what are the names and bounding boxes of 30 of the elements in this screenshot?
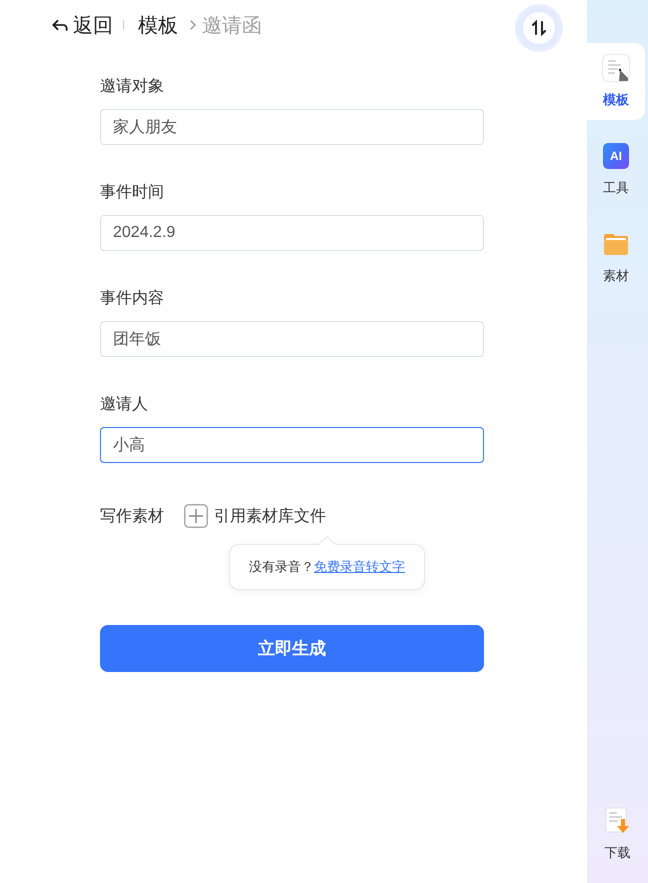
document-icon <box>602 54 630 82</box>
generate-button[interactable]: 立即生成 <box>100 625 484 672</box>
text-field[interactable]: 家人朋友 <box>100 109 484 145</box>
add-material-link[interactable]: 引用素材库文件 <box>184 504 326 528</box>
swap-icon <box>523 12 555 44</box>
transcribe-link[interactable]: 免费录音转文字 <box>314 558 405 576</box>
ai-badge: AI <box>603 143 629 169</box>
field-label: 邀请人 <box>100 394 149 415</box>
sidebar-tab-label: 工具 <box>603 179 629 197</box>
swap-button[interactable] <box>515 4 563 52</box>
sidebar-tab-label: 素材 <box>603 267 629 285</box>
back-link[interactable]: 返回 <box>50 12 113 38</box>
field-label: 事件内容 <box>100 288 165 309</box>
text-field[interactable]: 小高 <box>100 427 484 463</box>
sidebar-tab-selected[interactable]: 模板 <box>587 43 645 120</box>
tooltip-text: 没有录音？ <box>249 558 314 576</box>
sidebar-tab[interactable]: AI 工具 <box>587 131 645 208</box>
field-label: 事件时间 <box>100 182 165 203</box>
material-label: 写作素材 <box>100 506 164 526</box>
download-tab[interactable]: 下载 <box>587 807 648 862</box>
breadcrumb-link[interactable]: 模板 <box>138 12 178 38</box>
download-icon <box>604 807 632 835</box>
sidebar-tab-label: 下载 <box>604 844 630 862</box>
plus-icon <box>184 504 208 528</box>
sidebar-tab[interactable]: 素材 <box>587 219 645 296</box>
text-field[interactable]: 2024.2.9 <box>100 215 484 251</box>
text-field[interactable]: 团年饭 <box>100 321 484 357</box>
page-title: 邀请函 <box>202 14 262 38</box>
sidebar-tab-label: 模板 <box>603 91 629 109</box>
field-label: 邀请对象 <box>100 76 165 97</box>
